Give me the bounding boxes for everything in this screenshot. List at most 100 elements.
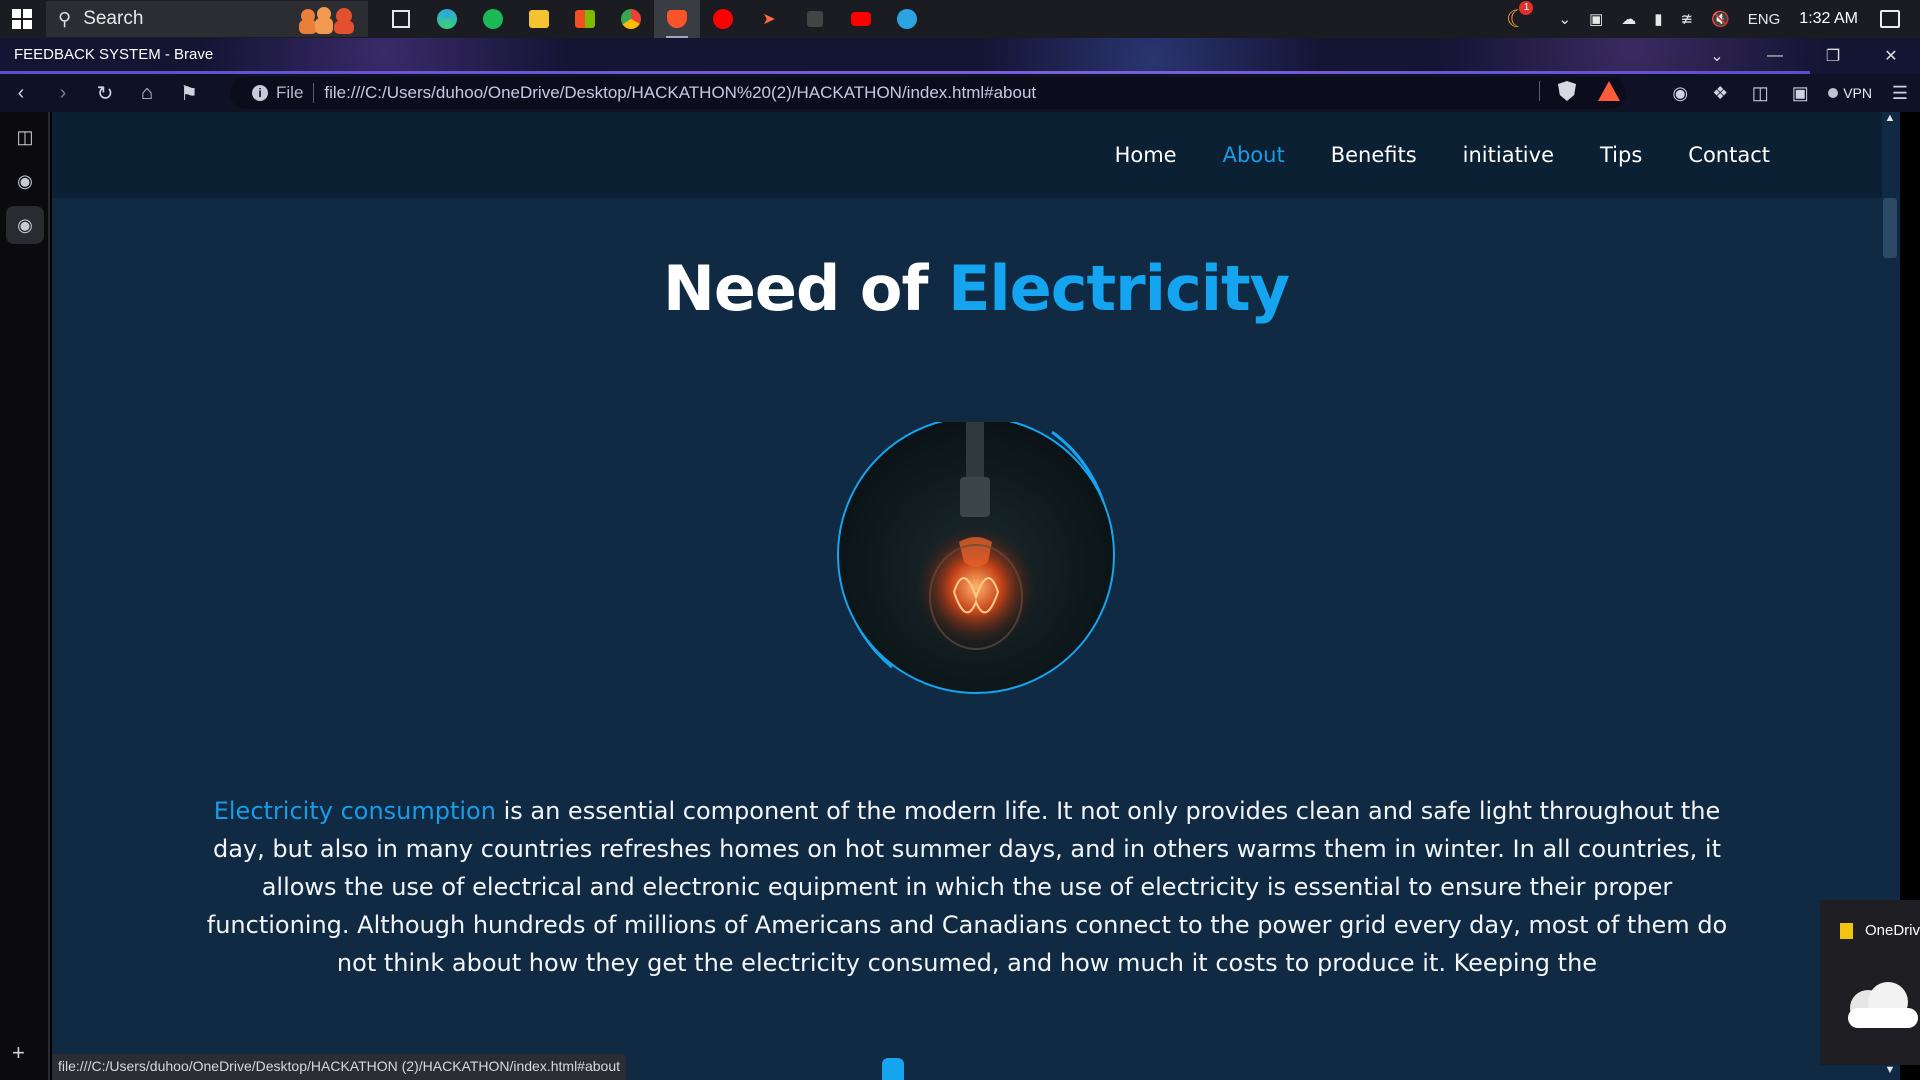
- minimize-button[interactable]: —: [1746, 38, 1804, 74]
- scroll-top-button[interactable]: [882, 1058, 904, 1080]
- chrome-taskbar-button[interactable]: [608, 0, 654, 38]
- edge-icon: [437, 9, 457, 29]
- onedrive-notification[interactable]: OneDriv: [1820, 900, 1920, 1065]
- youtube-music-taskbar-button[interactable]: [700, 0, 746, 38]
- toast-title: OneDriv: [1864, 922, 1920, 939]
- extension-avatar-icon[interactable]: ◉: [1660, 74, 1700, 112]
- store-taskbar-button[interactable]: [562, 0, 608, 38]
- close-button[interactable]: ✕: [1862, 38, 1920, 74]
- app-l-taskbar-button[interactable]: [792, 0, 838, 38]
- vpn-button[interactable]: VPN: [1828, 85, 1872, 101]
- site-info-icon[interactable]: i: [252, 85, 268, 101]
- nav-contact[interactable]: Contact: [1688, 143, 1770, 167]
- brave-rewards-icon[interactable]: 1: [1598, 81, 1620, 101]
- reload-button[interactable]: ↻: [84, 74, 126, 112]
- sidebar-globe-active-icon[interactable]: ◉: [6, 206, 44, 244]
- sidebar-add-icon[interactable]: +: [12, 1040, 25, 1066]
- app-icon: ➤: [762, 11, 776, 28]
- edge-taskbar-button[interactable]: [424, 0, 470, 38]
- youtube-music-icon: [713, 9, 733, 29]
- forward-button[interactable]: ›: [42, 74, 84, 112]
- windows-logo-icon: [12, 9, 32, 29]
- brave-icon: [667, 10, 687, 28]
- paragraph-lead-link[interactable]: Electricity consumption: [214, 797, 496, 825]
- web-page: Home About Benefits initiative Tips Cont…: [52, 112, 1900, 1080]
- file-explorer-icon: [529, 10, 549, 28]
- sidebar-panel-icon[interactable]: ◫: [6, 118, 44, 156]
- app-l-icon: [807, 11, 823, 27]
- scroll-up-icon[interactable]: ▲: [1883, 112, 1897, 126]
- battery-icon[interactable]: ▮: [1654, 10, 1662, 28]
- tab-search-chevron-icon[interactable]: ⌄: [1688, 38, 1746, 74]
- url-divider: [1539, 81, 1540, 101]
- spotify-taskbar-button[interactable]: [470, 0, 516, 38]
- home-button[interactable]: ⌂: [126, 74, 168, 112]
- wallet-icon[interactable]: ▣: [1780, 74, 1820, 112]
- search-highlight-icon: [299, 7, 354, 34]
- nav-benefits[interactable]: Benefits: [1331, 143, 1417, 167]
- clock[interactable]: 1:32 AM: [1799, 10, 1858, 28]
- forward-arrow-icon: ›: [59, 81, 67, 104]
- nav-about[interactable]: About: [1223, 143, 1285, 167]
- heading-accent: Electricity: [948, 252, 1290, 325]
- light-bulb-image: [837, 422, 1115, 694]
- youtube-icon: [851, 12, 871, 26]
- onedrive-cloud-icon: [1848, 982, 1918, 1028]
- about-paragraph: Electricity consumption is an essential …: [202, 792, 1732, 982]
- browser-toolbar: ‹ › ↻ ⌂ ⚑ i File file:///C:/Users/duhoo/…: [0, 74, 1920, 112]
- wifi-icon[interactable]: ≇: [1681, 10, 1694, 28]
- status-url-preview: file:///C:/Users/duhoo/OneDrive/Desktop/…: [52, 1054, 627, 1080]
- sidebar-toggle-icon[interactable]: ◫: [1740, 74, 1780, 112]
- search-label: Search: [83, 8, 144, 29]
- url-scheme-label: File: [276, 83, 315, 103]
- meet-icon[interactable]: ▣: [1589, 10, 1603, 28]
- taskbar-search[interactable]: ⚲ Search: [46, 1, 368, 37]
- home-icon: ⌂: [140, 81, 154, 104]
- weather-widget[interactable]: ☾ 1: [1506, 0, 1534, 34]
- nav-initiative[interactable]: initiative: [1463, 143, 1554, 167]
- onedrive-cloud-icon[interactable]: ☁: [1621, 10, 1636, 28]
- bookmark-icon: ⚑: [180, 82, 198, 105]
- heading-plain: Need of: [662, 252, 949, 325]
- chrome-icon: [621, 9, 641, 29]
- url-text[interactable]: file:///C:/Users/duhoo/OneDrive/Desktop/…: [324, 83, 1036, 103]
- youtube-taskbar-button[interactable]: [838, 0, 884, 38]
- bookmark-button[interactable]: ⚑: [168, 74, 210, 112]
- task-view-button[interactable]: [378, 0, 424, 38]
- chevron-up-icon[interactable]: ⌄: [1558, 10, 1571, 28]
- scroll-down-icon[interactable]: ▼: [1883, 1064, 1897, 1078]
- rewards-badge: 1: [1616, 81, 1620, 89]
- restore-button[interactable]: ❐: [1804, 38, 1862, 74]
- extensions-puzzle-icon[interactable]: ❖: [1700, 74, 1740, 112]
- task-view-icon: [392, 10, 410, 28]
- volume-muted-icon[interactable]: 🔇: [1711, 10, 1730, 28]
- telegram-icon: [897, 9, 917, 29]
- app-taskbar-button[interactable]: ➤: [746, 0, 792, 38]
- browser-sidebar: ◫ ◉ ◉ +: [0, 112, 50, 1080]
- telegram-taskbar-button[interactable]: [884, 0, 930, 38]
- microsoft-store-icon: [575, 10, 595, 28]
- onedrive-app-icon: [1840, 922, 1853, 939]
- sidebar-globe-icon[interactable]: ◉: [6, 162, 44, 200]
- toast-header: OneDriv: [1820, 900, 1920, 939]
- spotify-icon: [483, 9, 503, 29]
- notification-center-icon[interactable]: [1880, 10, 1900, 28]
- file-explorer-taskbar-button[interactable]: [516, 0, 562, 38]
- address-bar[interactable]: i File file:///C:/Users/duhoo/OneDrive/D…: [230, 77, 1626, 109]
- reload-icon: ↻: [96, 82, 114, 105]
- back-arrow-icon: ‹: [17, 81, 25, 104]
- language-indicator[interactable]: ENG: [1748, 11, 1781, 28]
- system-tray: ☾ 1 ⌄ ▣ ☁ ▮ ≇ 🔇 ENG 1:32 AM: [1497, 0, 1920, 38]
- browser-title-bar: FEEDBACK SYSTEM - Brave ⌄ — ❐ ✕: [0, 38, 1920, 74]
- menu-icon[interactable]: ☰: [1880, 74, 1920, 112]
- start-button[interactable]: [0, 0, 44, 38]
- nav-home[interactable]: Home: [1115, 143, 1177, 167]
- nav-tips[interactable]: Tips: [1600, 143, 1642, 167]
- scrollbar-thumb[interactable]: [1883, 198, 1897, 258]
- section-heading: Need of Electricity: [52, 252, 1900, 325]
- brave-taskbar-button[interactable]: [654, 0, 700, 38]
- windows-taskbar: ⚲ Search ➤ ☾ 1 ⌄ ▣ ☁ ▮ ≇ 🔇 ENG 1:32 AM: [0, 0, 1920, 38]
- brave-shields-icon[interactable]: [1558, 81, 1576, 101]
- search-icon: ⚲: [58, 8, 72, 29]
- back-button[interactable]: ‹: [0, 74, 42, 112]
